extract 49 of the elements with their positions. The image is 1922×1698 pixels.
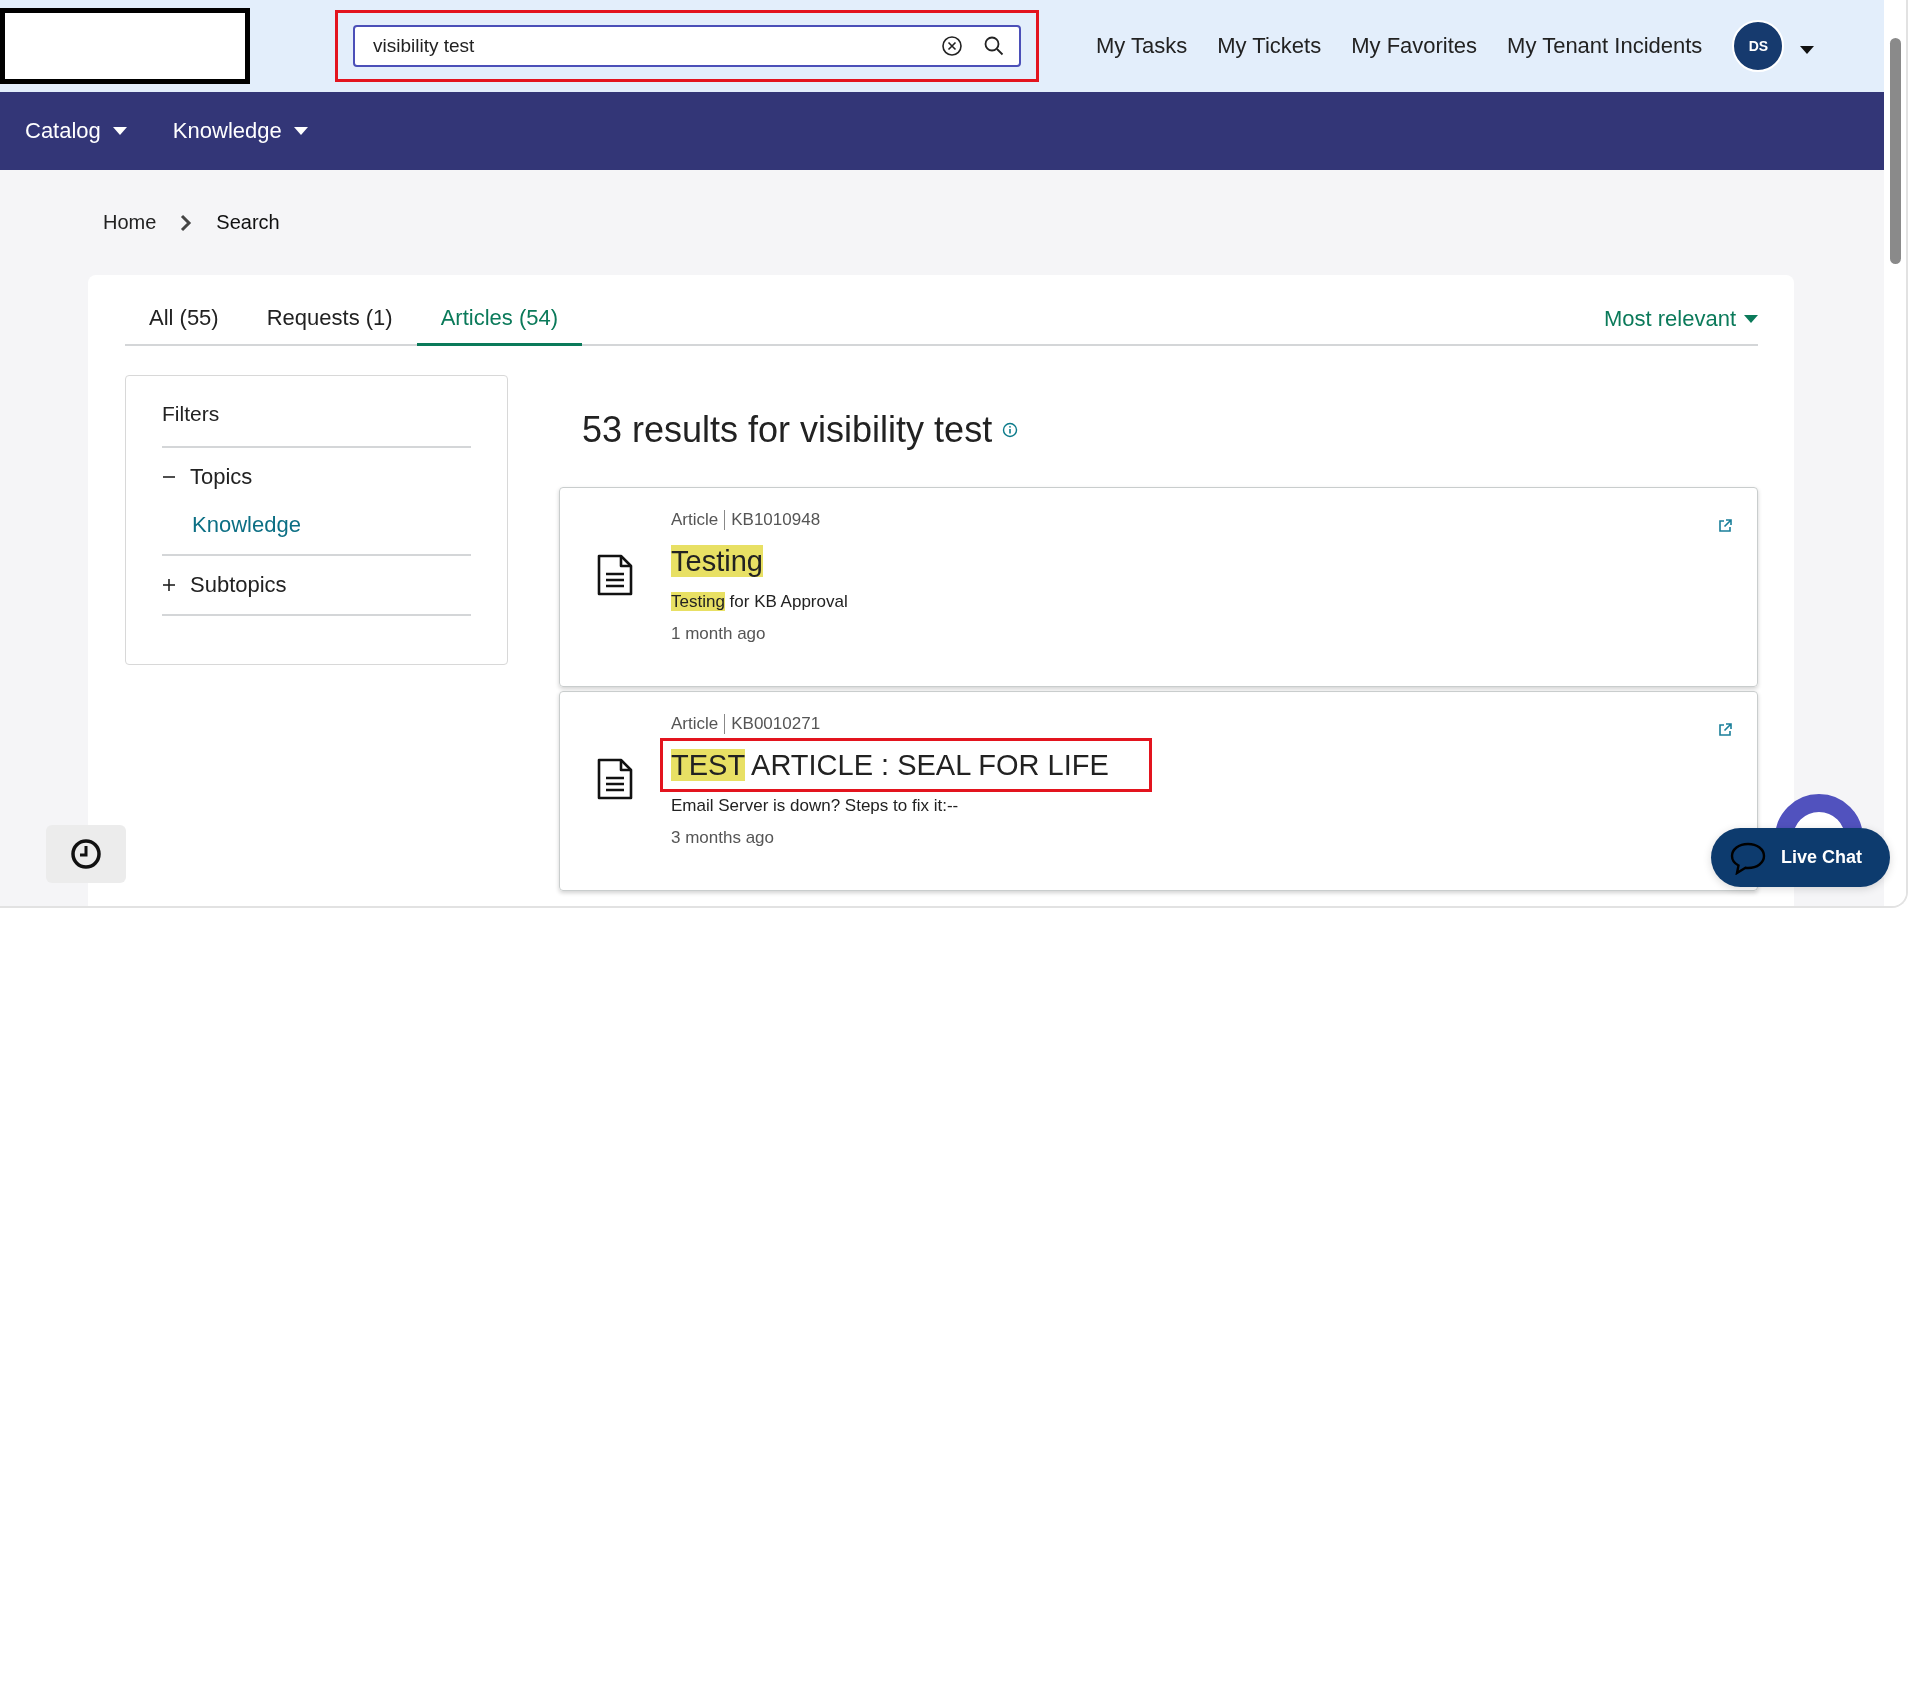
filter-option[interactable]: Knowledge bbox=[162, 512, 471, 538]
live-chat-button[interactable]: Live Chat bbox=[1711, 828, 1890, 887]
info-icon[interactable] bbox=[1002, 422, 1019, 438]
sort-dropdown[interactable]: Most relevant bbox=[1603, 306, 1758, 344]
nav-link[interactable]: My Tenant Incidents bbox=[1507, 33, 1703, 59]
result-card[interactable]: Article KB0010271 TEST ARTICLE : SEAL FOR LIFE Email Server is down? Steps to fix it:-- 3 months ago bbox=[559, 691, 1758, 891]
article-number: KB1010948 bbox=[724, 510, 821, 530]
clock-icon bbox=[69, 837, 103, 871]
result-title[interactable]: TEST ARTICLE : SEAL FOR LIFE bbox=[671, 749, 1109, 781]
nav-link[interactable]: My Tickets bbox=[1217, 33, 1322, 59]
result-age: 3 months ago bbox=[671, 828, 775, 848]
speech-bubble-icon bbox=[1729, 840, 1767, 875]
menu-item[interactable]: Knowledge bbox=[172, 118, 308, 144]
filter-group-toggle[interactable]: Subtopics bbox=[162, 572, 471, 598]
history-button[interactable] bbox=[46, 825, 126, 883]
plus-icon bbox=[162, 578, 176, 592]
external-link-icon[interactable] bbox=[1717, 518, 1733, 534]
menu-item[interactable]: Catalog bbox=[25, 118, 127, 144]
clear-icon[interactable] bbox=[941, 35, 963, 57]
scrollbar-thumb[interactable] bbox=[1889, 38, 1901, 264]
results-heading: 53 results for visibility test bbox=[582, 409, 993, 451]
caret-icon bbox=[293, 127, 308, 135]
result-summary: Testing for KB Approval bbox=[671, 592, 848, 612]
filters-title: Filters bbox=[162, 402, 471, 448]
search-field[interactable]: visibility test bbox=[353, 25, 1021, 67]
result-title[interactable]: Testing bbox=[671, 545, 763, 577]
nav-link[interactable]: My Favorites bbox=[1351, 33, 1478, 59]
tab[interactable]: Articles (54) bbox=[416, 297, 582, 346]
document-icon bbox=[596, 553, 634, 597]
article-number: KB0010271 bbox=[724, 714, 821, 734]
tab[interactable]: All (55) bbox=[125, 297, 243, 346]
external-link-icon[interactable] bbox=[1717, 722, 1733, 738]
result-card[interactable]: Article KB1010948 Testing Testing for KB Approval 1 month ago bbox=[559, 487, 1758, 687]
search-icon[interactable] bbox=[983, 35, 1005, 57]
result-age: 1 month ago bbox=[671, 624, 767, 644]
result-type: Article bbox=[671, 714, 719, 734]
caret-icon bbox=[112, 127, 127, 135]
nav-link[interactable]: My Tasks bbox=[1096, 33, 1188, 59]
breadcrumb-link[interactable]: Search bbox=[216, 211, 280, 234]
chevron-right-icon bbox=[180, 213, 193, 232]
filter-group-toggle[interactable]: Topics bbox=[162, 464, 471, 490]
user-avatar[interactable]: DS bbox=[1732, 20, 1785, 72]
document-icon bbox=[596, 757, 634, 801]
result-type: Article bbox=[671, 510, 719, 530]
result-summary: Email Server is down? Steps to fix it:-- bbox=[671, 796, 960, 816]
caret-icon bbox=[1744, 315, 1758, 323]
breadcrumb-link[interactable]: Home bbox=[103, 211, 157, 234]
tab[interactable]: Requests (1) bbox=[242, 297, 417, 346]
caret-icon[interactable] bbox=[1800, 46, 1815, 54]
